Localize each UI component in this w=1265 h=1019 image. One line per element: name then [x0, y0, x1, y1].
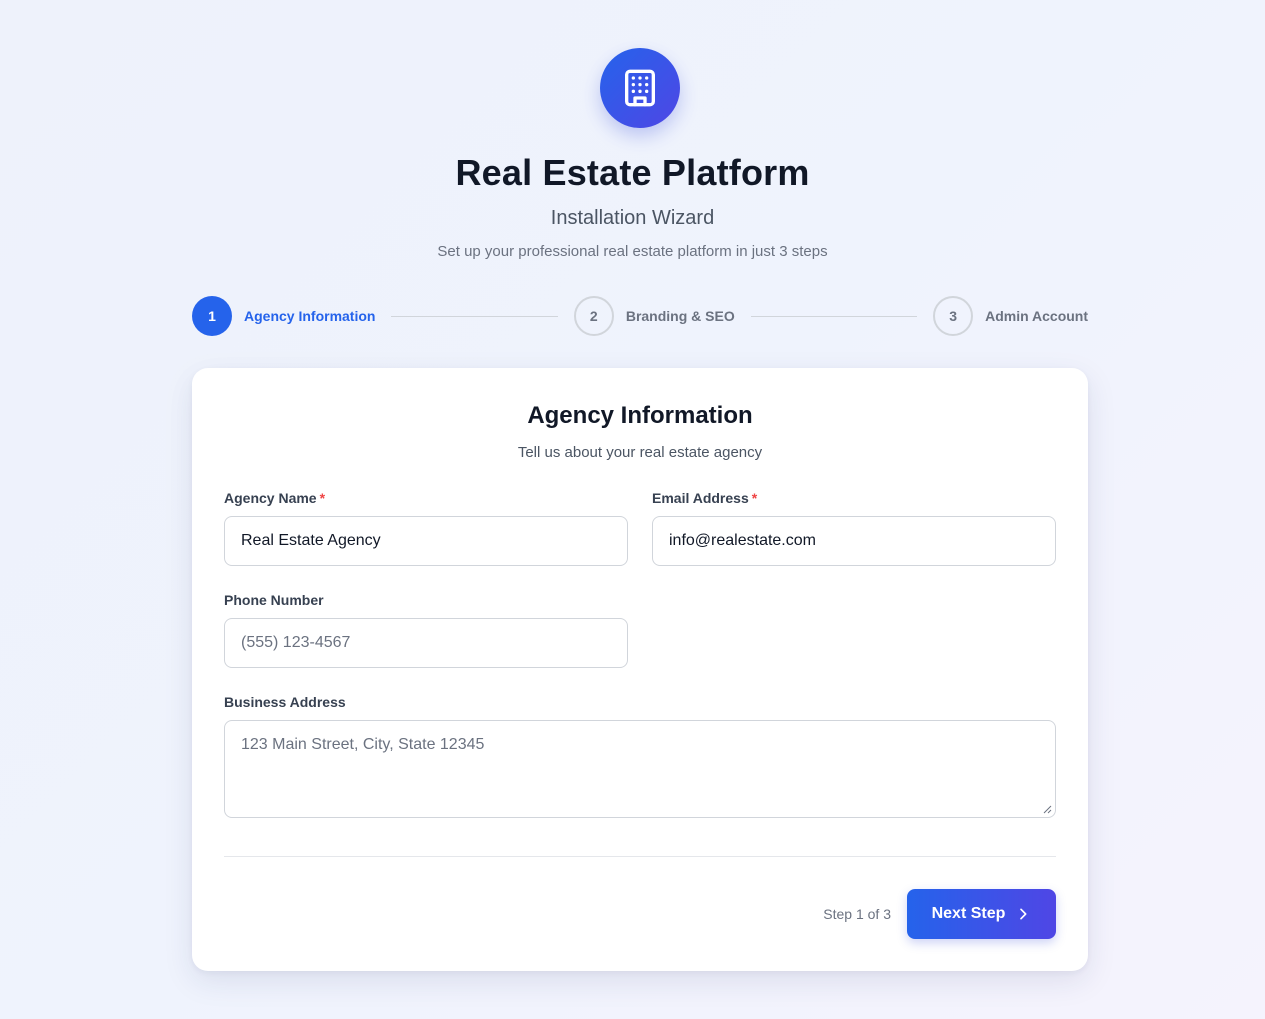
- wizard-steps: 1 Agency Information 2 Branding & SEO 3 …: [192, 296, 1088, 336]
- email-address-label: Email Address *: [652, 490, 757, 506]
- footer-divider: [224, 856, 1056, 857]
- app-title: Real Estate Platform: [455, 152, 810, 193]
- step-counter: Step 1 of 3: [823, 906, 891, 922]
- step-number-circle: 3: [933, 296, 974, 336]
- app-tagline: Set up your professional real estate pla…: [437, 243, 828, 260]
- step-branding-seo: 2 Branding & SEO: [573, 296, 735, 336]
- step-label: Admin Account: [985, 308, 1089, 324]
- step-admin-account: 3 Admin Account: [933, 296, 1088, 336]
- resize-handle-icon[interactable]: [1043, 805, 1052, 814]
- agency-name-label-text: Agency Name: [224, 490, 317, 506]
- form-title: Agency Information: [527, 402, 753, 429]
- form-subtitle: Tell us about your real estate agency: [517, 444, 763, 461]
- step-number-circle: 1: [192, 296, 232, 336]
- chevron-right-icon: [1020, 908, 1027, 920]
- business-address-textarea[interactable]: 123 Main Street, City, State 12345: [224, 720, 1056, 818]
- step-number-circle: 2: [573, 296, 614, 336]
- business-address-label: Business Address: [224, 694, 346, 710]
- email-address-input[interactable]: info@realestate.com: [652, 516, 1056, 566]
- step-label: Agency Information: [244, 308, 376, 324]
- next-step-button[interactable]: Next Step: [907, 889, 1056, 939]
- step-agency-information: 1 Agency Information: [192, 296, 375, 336]
- next-step-label: Next Step: [931, 905, 1006, 922]
- business-address-placeholder: 123 Main Street, City, State 12345: [241, 736, 485, 753]
- phone-number-input[interactable]: (555) 123-4567: [224, 618, 628, 668]
- step-label: Branding & SEO: [625, 308, 735, 324]
- agency-name-label: Agency Name *: [224, 490, 325, 506]
- step-connector: [750, 315, 918, 317]
- step-connector: [391, 315, 558, 317]
- required-mark: *: [319, 490, 326, 506]
- email-address-label-text: Email Address: [652, 490, 749, 506]
- phone-number-label: Phone Number: [224, 592, 324, 608]
- required-mark: *: [751, 490, 758, 506]
- agency-name-input[interactable]: Real Estate Agency: [224, 516, 628, 566]
- app-logo: [600, 48, 680, 128]
- form-card: Agency Information Tell us about your re…: [192, 368, 1088, 971]
- app-subtitle: Installation Wizard: [550, 207, 715, 229]
- building-icon: [625, 69, 655, 107]
